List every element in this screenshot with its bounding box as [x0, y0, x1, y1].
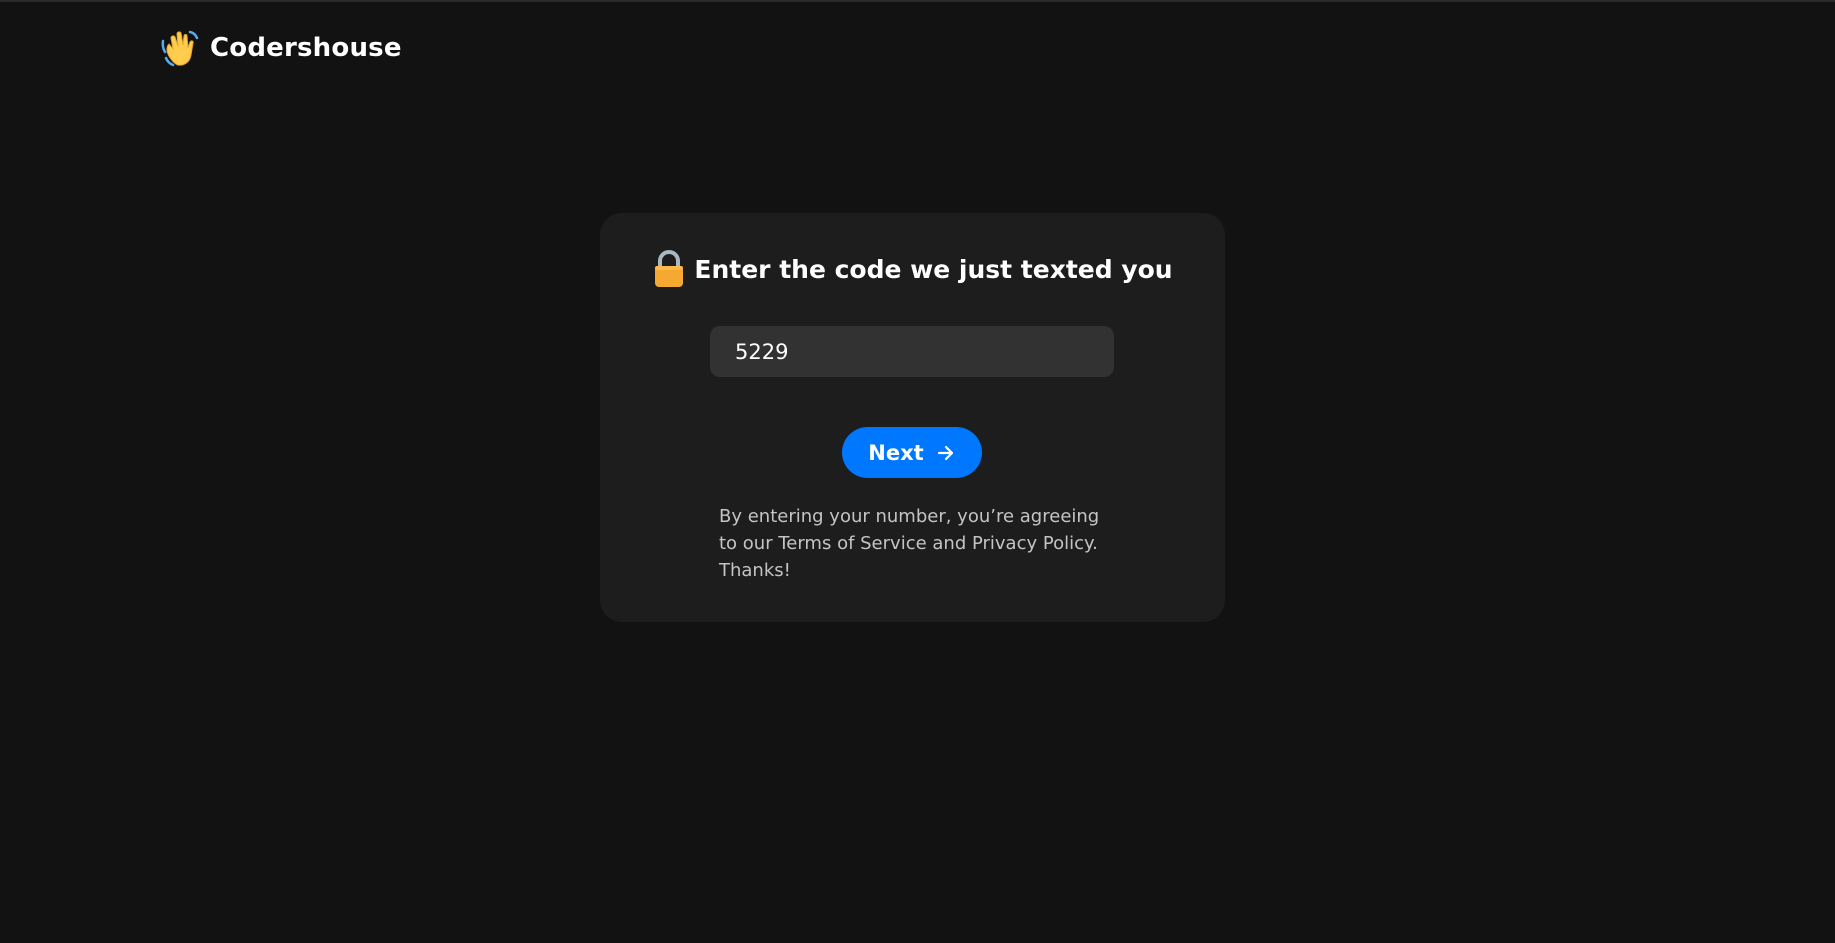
- brand-logo-link[interactable]: Codershouse: [160, 28, 402, 68]
- otp-card: Enter the code we just texted you Next B…: [600, 213, 1225, 622]
- page-title: Enter the code we just texted you: [694, 254, 1173, 284]
- terms-text: By entering your number, you’re agreeing…: [719, 506, 1100, 581]
- next-button-label: Next: [868, 440, 924, 465]
- otp-code-input[interactable]: [710, 326, 1114, 377]
- arrow-right-icon: [937, 445, 953, 460]
- waving-hand-icon: [161, 30, 199, 67]
- brand-name: Codershouse: [210, 33, 402, 63]
- next-button[interactable]: Next: [842, 427, 982, 478]
- lock-icon: [655, 250, 684, 287]
- card-heading: Enter the code we just texted you: [600, 249, 1225, 289]
